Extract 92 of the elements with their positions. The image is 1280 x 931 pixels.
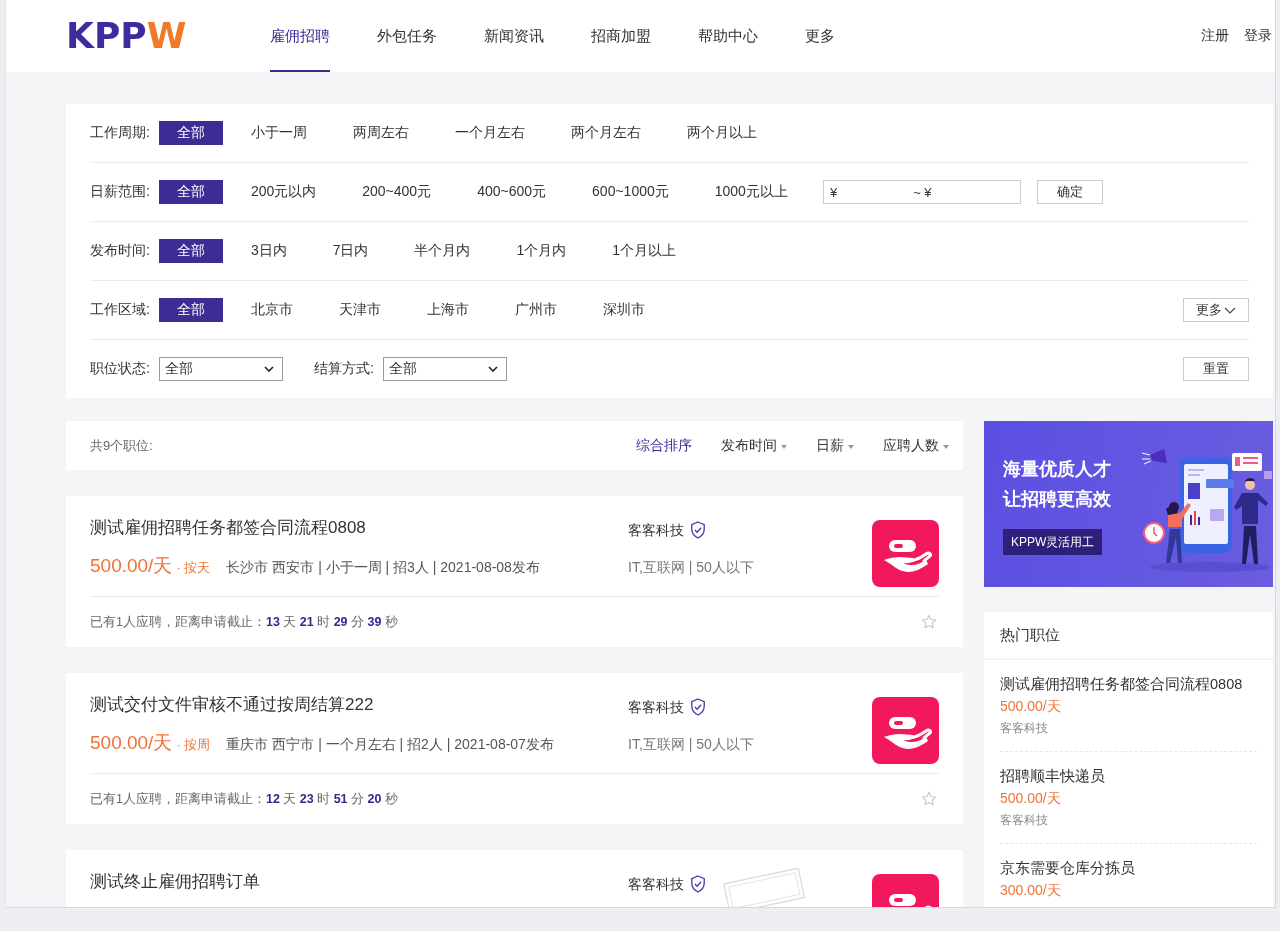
- nav-link[interactable]: 招商加盟: [591, 0, 652, 72]
- sort-option[interactable]: 应聘人数: [883, 436, 949, 455]
- filter-option[interactable]: 1个月以上: [594, 239, 695, 263]
- company-name[interactable]: 客客科技: [628, 519, 684, 541]
- chevron-down-icon: [487, 366, 498, 372]
- filter-option[interactable]: 200元以内: [232, 180, 335, 204]
- filter-option[interactable]: 半个月内: [396, 239, 489, 263]
- reset-button[interactable]: 重置: [1183, 357, 1249, 381]
- caret-down-icon: [943, 445, 949, 449]
- nav-link[interactable]: 新闻资讯: [484, 0, 545, 72]
- deadline-countdown: 已有1人应聘，距离申请截止：12 天 23 时 51 分 20 秒: [90, 790, 398, 808]
- filter-option[interactable]: 7日内: [314, 239, 387, 263]
- filter-option[interactable]: 1个月内: [498, 239, 585, 263]
- dropdown-select[interactable]: 全部: [382, 357, 507, 381]
- salary: 300.00/天: [1000, 881, 1062, 900]
- auth-link[interactable]: 登录: [1244, 27, 1272, 45]
- job-title[interactable]: 测试交付文件审核不通过按周结算222: [90, 693, 628, 717]
- filter-option[interactable]: 北京市: [232, 298, 311, 322]
- price-range-field[interactable]: ¥ ~ ¥: [822, 180, 1021, 204]
- filter-option[interactable]: 两个月左右: [552, 121, 659, 145]
- filter-option[interactable]: 两周左右: [334, 121, 427, 145]
- chevron-down-icon: [1224, 306, 1236, 314]
- filter-label: 发布时间:: [90, 242, 150, 260]
- star-icon[interactable]: [921, 614, 937, 630]
- filter-label: 日薪范围:: [90, 183, 150, 201]
- filter-label: 工作区域:: [90, 301, 150, 319]
- select-label: 职位状态:: [90, 360, 150, 378]
- salary: 500.00/天: [1000, 697, 1062, 716]
- filter-option[interactable]: 600~1000元: [574, 180, 687, 204]
- nav-link[interactable]: 雇佣招聘: [270, 0, 331, 72]
- company-info: IT,互联网 | 50人以下: [628, 735, 755, 754]
- filter-option[interactable]: 全部: [158, 298, 223, 322]
- sort-option[interactable]: 发布时间: [721, 436, 787, 455]
- recruitment-banner[interactable]: 海量优质人才 让招聘更高效 KPPW灵活用工: [984, 421, 1273, 587]
- filter-option[interactable]: 小于一周: [232, 121, 325, 145]
- confirm-button[interactable]: 确定: [1036, 180, 1103, 204]
- filter-option[interactable]: 一个月左右: [436, 121, 543, 145]
- job-title[interactable]: 测试雇佣招聘任务都签合同流程0808: [90, 516, 628, 540]
- filter-option[interactable]: 广州市: [496, 298, 575, 322]
- nav-link[interactable]: 帮助中心: [698, 0, 759, 72]
- filter-option[interactable]: 3日内: [232, 239, 305, 263]
- company-logo-icon[interactable]: [872, 520, 939, 587]
- chevron-down-icon: [263, 366, 274, 372]
- settlement-type: · 按周: [176, 736, 211, 754]
- company-name: 客客科技: [1000, 812, 1049, 829]
- banner-heading: 让招聘更高效: [1003, 488, 1111, 511]
- filter-option[interactable]: 两个月以上: [668, 121, 775, 145]
- filter-option[interactable]: 全部: [158, 121, 223, 145]
- job-details: 重庆市 西宁市 | 一个月左右 | 招2人 | 2021-08-07发布: [226, 735, 554, 754]
- auth-link[interactable]: 注册: [1201, 27, 1229, 45]
- job-details: 长沙市 西安市 | 小于一周 | 招3人 | 2021-08-08发布: [226, 558, 540, 577]
- sort-option[interactable]: 日薪: [816, 436, 854, 455]
- filter-option[interactable]: 全部: [158, 180, 223, 204]
- job-card[interactable]: 测试雇佣招聘任务都签合同流程0808 500.00/天 · 按天 长沙市 西安市 | 小于一周 | 招3人 | 2021-08-08发布 客客科技 IT,互联网 | 50人以下 已有1人应聘，距离申请截止：13 天 21 时 29 分 39 秒: [66, 496, 963, 647]
- caret-down-icon: [848, 445, 854, 449]
- settlement-type: · 按天: [176, 559, 211, 577]
- banner-heading: 海量优质人才: [1003, 458, 1111, 481]
- salary: 500.00/天: [90, 554, 173, 578]
- job-card[interactable]: 测试终止雇佣招聘订单 客客科技: [66, 850, 963, 907]
- company-name: 客客科技: [1000, 720, 1049, 737]
- nav-link[interactable]: 外包任务: [377, 0, 438, 72]
- company-info: IT,互联网 | 50人以下: [628, 558, 755, 577]
- company-name[interactable]: 客客科技: [628, 873, 684, 895]
- nav-link[interactable]: 更多: [805, 0, 836, 72]
- caret-down-icon: [781, 445, 787, 449]
- filter-option[interactable]: 1000元以上: [696, 180, 806, 204]
- filter-option[interactable]: 深圳市: [584, 298, 663, 322]
- more-button[interactable]: 更多: [1183, 298, 1249, 322]
- sort-option[interactable]: 综合排序: [636, 436, 692, 455]
- filter-label: 工作周期:: [90, 124, 150, 142]
- company-name[interactable]: 客客科技: [628, 696, 684, 718]
- banner-button[interactable]: KPPW灵活用工: [1003, 529, 1103, 555]
- filter-option[interactable]: 全部: [158, 239, 223, 263]
- section-title: 热门职位: [1000, 625, 1060, 645]
- hot-job-title[interactable]: 京东需要仓库分拣员: [1000, 857, 1257, 879]
- site-logo[interactable]: KPPW: [66, 18, 187, 54]
- star-icon[interactable]: [921, 791, 937, 807]
- select-label: 结算方式:: [313, 360, 374, 378]
- job-title[interactable]: 测试终止雇佣招聘订单: [90, 870, 628, 894]
- dropdown-select[interactable]: 全部: [158, 357, 283, 381]
- company-logo-icon[interactable]: [872, 697, 939, 764]
- filter-option[interactable]: 上海市: [408, 298, 487, 322]
- salary: 500.00/天: [1000, 789, 1062, 808]
- filter-option[interactable]: 200~400元: [344, 180, 450, 204]
- hot-job-title[interactable]: 测试雇佣招聘任务都签合同流程0808: [1000, 673, 1257, 695]
- deadline-countdown: 已有1人应聘，距离申请截止：13 天 21 时 29 分 39 秒: [90, 613, 398, 631]
- job-card[interactable]: 测试交付文件审核不通过按周结算222 500.00/天 · 按周 重庆市 西宁市 | 一个月左右 | 招2人 | 2021-08-07发布 客客科技 IT,互联网 | 50人以下 已有1人应聘，距离申请截止：12 天 23 时 51 分 20 秒: [66, 673, 963, 824]
- filter-option[interactable]: 400~600元: [459, 180, 565, 204]
- salary: 500.00/天: [90, 731, 173, 755]
- filter-option[interactable]: 天津市: [320, 298, 399, 322]
- hot-job-title[interactable]: 招聘顺丰快递员: [1000, 765, 1257, 787]
- job-count: 共9个职位:: [90, 436, 153, 455]
